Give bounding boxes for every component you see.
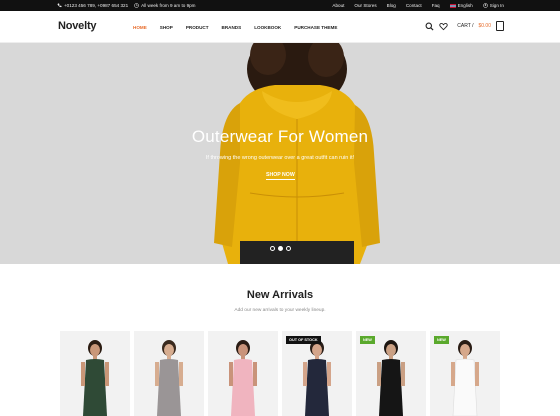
nav-lookbook[interactable]: LOOKBOOK	[254, 25, 281, 30]
product-card[interactable]	[208, 331, 278, 416]
hours-info: All week from 9 am to 9pm	[134, 3, 196, 8]
section-title: New Arrivals	[246, 289, 314, 301]
uk-flag-icon	[449, 3, 456, 8]
link-faq[interactable]: Faq	[432, 3, 440, 8]
cart-amount[interactable]: $0.00	[478, 23, 491, 29]
shopping-bag-icon[interactable]	[496, 21, 504, 31]
new-badge: NEW	[434, 336, 449, 344]
signin-label: Sign In	[489, 3, 504, 8]
link-blog[interactable]: Blog	[387, 3, 396, 8]
section-subtitle: Add our new arrivals to your weekly line…	[234, 308, 326, 313]
signin-link[interactable]: Sign In	[482, 3, 504, 8]
top-bar: +0123 456 789, +0987 654 321 All week fr…	[0, 0, 560, 11]
nav-shop[interactable]: SHOP	[160, 25, 173, 30]
shop-now-button[interactable]: SHOP NOW	[266, 172, 295, 180]
clock-icon	[134, 3, 139, 8]
nav-brands[interactable]: BRANDS	[222, 25, 242, 30]
product-card[interactable]: NEW	[356, 331, 426, 416]
user-icon	[482, 3, 488, 8]
language-label: English	[457, 3, 473, 8]
out-of-stock-badge: OUT OF STOCK	[286, 336, 321, 344]
hero-subtitle: If throwing the wrong outerwear over a g…	[205, 155, 355, 161]
product-image	[208, 331, 278, 416]
product-card[interactable]: NEW	[430, 331, 500, 416]
opening-hours: All week from 9 am to 9pm	[141, 3, 196, 8]
slider-dot-2[interactable]	[278, 246, 283, 251]
main-nav: HOME SHOP PRODUCT BRANDS LOOKBOOK PURCHA…	[133, 25, 350, 30]
product-grid: OUT OF STOCK NEW NEW	[60, 331, 500, 416]
nav-home[interactable]: HOME	[133, 25, 147, 30]
main-header: Novelty HOME SHOP PRODUCT BRANDS LOOKBOO…	[0, 11, 560, 43]
language-selector[interactable]: English	[449, 3, 473, 8]
search-icon[interactable]	[425, 22, 434, 31]
hero-image	[0, 43, 560, 264]
product-image	[60, 331, 130, 416]
slider-dot-3[interactable]	[286, 246, 291, 251]
nav-purchase-theme[interactable]: PURCHASE THEME	[294, 25, 337, 30]
nav-product[interactable]: PRODUCT	[186, 25, 209, 30]
link-contact[interactable]: Contact	[406, 3, 422, 8]
link-about[interactable]: About	[332, 3, 344, 8]
site-logo[interactable]: Novelty	[58, 20, 97, 32]
phone-info: +0123 456 789, +0987 654 321	[57, 3, 128, 8]
slider-dot-1[interactable]	[270, 246, 275, 251]
phone-icon	[57, 3, 62, 8]
heart-icon[interactable]	[439, 22, 448, 31]
product-image	[134, 331, 204, 416]
product-card[interactable]	[134, 331, 204, 416]
product-card[interactable]	[60, 331, 130, 416]
slider-dots	[270, 246, 291, 251]
hero-slider: Outerwear For Women If throwing the wron…	[0, 43, 560, 264]
hero-title: Outerwear For Women	[191, 127, 369, 146]
product-card[interactable]: OUT OF STOCK	[282, 331, 352, 416]
cart-label[interactable]: CART /	[457, 23, 473, 29]
link-our-stores[interactable]: Our Stores	[354, 3, 376, 8]
new-badge: NEW	[360, 336, 375, 344]
phone-numbers: +0123 456 789, +0987 654 321	[64, 3, 129, 8]
